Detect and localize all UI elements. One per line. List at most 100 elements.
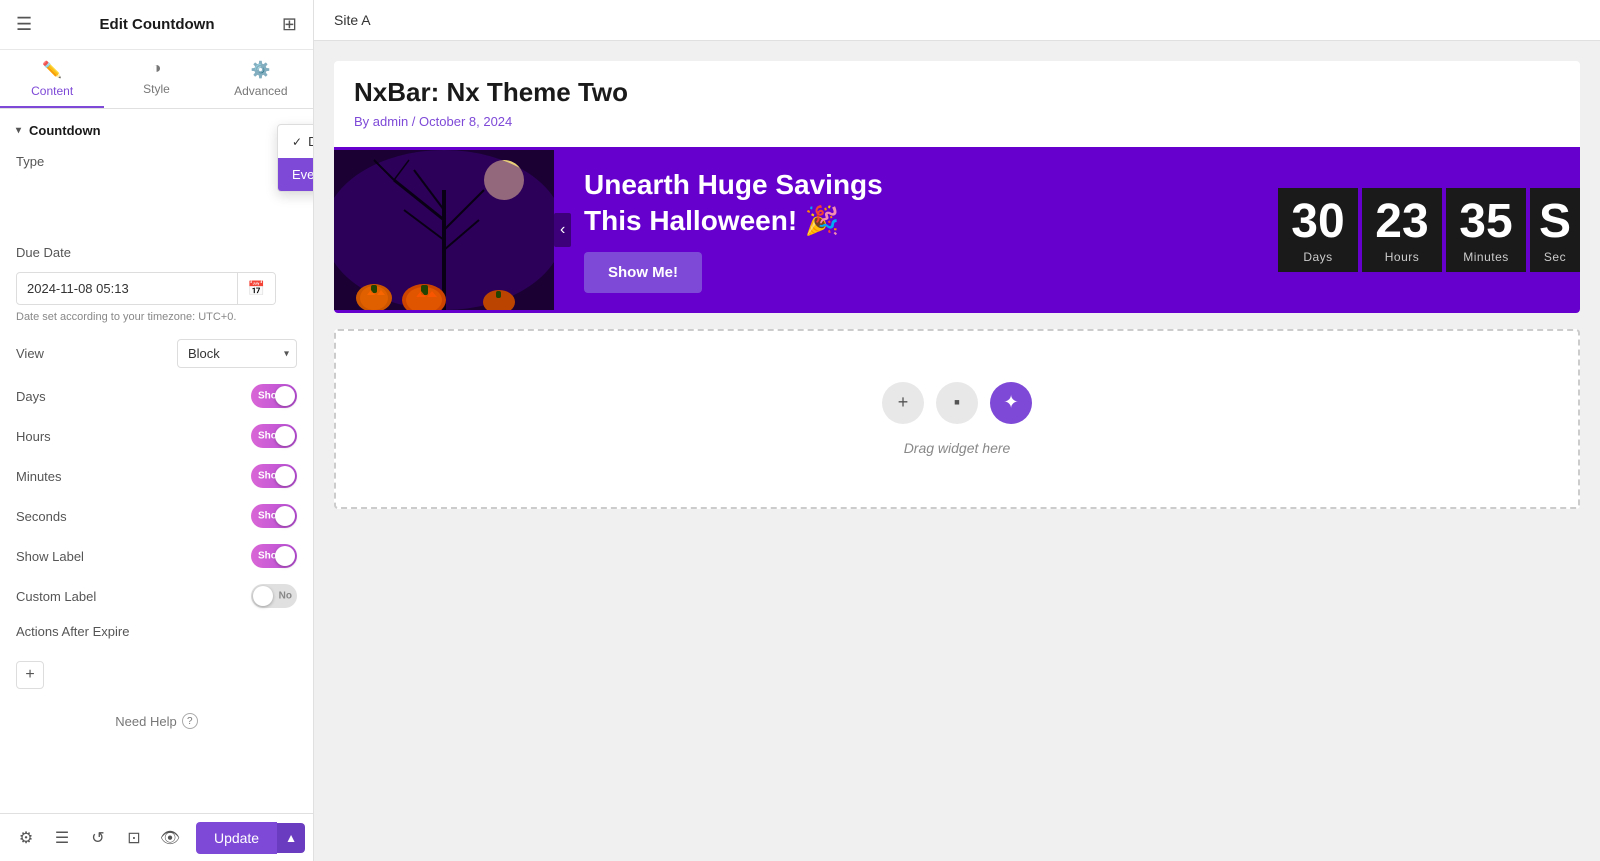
custom-label-toggle-track[interactable]: No — [251, 584, 297, 608]
show-label-row: Show Label Show — [0, 536, 313, 576]
update-arrow-btn[interactable]: ▲ — [277, 823, 305, 853]
banner-heading: Unearth Huge SavingsThis Halloween! 🎉 — [584, 167, 883, 240]
panel-title: Edit Countdown — [100, 16, 215, 33]
countdown-minutes-label: Minutes — [1463, 250, 1509, 264]
collapse-arrow: ▾ — [16, 125, 21, 136]
custom-label-label: Custom Label — [16, 589, 96, 604]
dropdown-item-due-date[interactable]: ✓ Due Date — [278, 125, 313, 158]
custom-label-toggle-knob — [253, 586, 273, 606]
minutes-toggle-knob — [275, 466, 295, 486]
countdown-days-label: Days — [1303, 250, 1332, 264]
advanced-icon: ⚙️ — [251, 60, 271, 80]
seconds-toggle[interactable]: Show — [251, 504, 297, 528]
settings-icon-btn[interactable]: ⚙ — [8, 820, 44, 856]
layers-icon-btn[interactable]: ☰ — [44, 820, 80, 856]
minutes-row: Minutes Show — [0, 456, 313, 496]
view-select-wrapper: Block Inline ▾ — [177, 339, 297, 368]
preview-icon-btn[interactable]: 👁 — [152, 820, 188, 856]
type-row: Type ✓ Due Date Evergreen Timer — [0, 148, 313, 177]
actions-label-row: Actions After Expire — [0, 616, 313, 647]
actions-label: Actions After Expire — [16, 624, 129, 639]
panel-header: ☰ Edit Countdown ⊞ — [0, 0, 313, 50]
magic-widget-btn[interactable]: ✦ — [990, 382, 1032, 424]
bottom-toolbar: ⚙ ☰ ↺ ⊡ 👁 Update ▲ — [0, 813, 313, 861]
view-select[interactable]: Block Inline — [177, 339, 297, 368]
view-row: View Block Inline ▾ — [0, 331, 313, 376]
tab-content[interactable]: ✏️ Content — [0, 50, 104, 108]
style-icon: ◑ — [152, 60, 162, 78]
site-bar: Site A — [314, 0, 1600, 41]
countdown-minutes-number: 35 — [1459, 198, 1512, 246]
right-panel: Site A NxBar: Nx Theme Two By admin / Oc… — [314, 0, 1600, 861]
add-action-btn[interactable]: + — [16, 661, 44, 689]
days-row: Days Show — [0, 376, 313, 416]
panel-tabs: ✏️ Content ◑ Style ⚙️ Advanced — [0, 50, 313, 109]
hamburger-icon[interactable]: ☰ — [16, 14, 32, 35]
add-widget-btn[interactable]: + — [882, 382, 924, 424]
countdown-seconds-label: Sec — [1544, 250, 1566, 264]
days-toggle-knob — [275, 386, 295, 406]
custom-label-toggle-label: No — [279, 591, 292, 602]
countdown-box-hours: 23 Hours — [1362, 188, 1442, 272]
due-date-label: Due Date — [16, 245, 71, 260]
history-icon-btn[interactable]: ↺ — [80, 820, 116, 856]
banner-image — [334, 150, 554, 310]
post-card: NxBar: Nx Theme Two By admin / October 8… — [334, 61, 1580, 313]
tab-style[interactable]: ◑ Style — [104, 50, 208, 108]
actions-row: + — [0, 647, 313, 697]
hours-toggle[interactable]: Show — [251, 424, 297, 448]
show-label-toggle-knob — [275, 546, 295, 566]
days-toggle-track[interactable]: Show — [251, 384, 297, 408]
banner-left-arrow[interactable]: ‹ — [554, 213, 571, 247]
content-icon: ✏️ — [42, 60, 62, 80]
type-label: Type — [16, 154, 44, 169]
seconds-toggle-track[interactable]: Show — [251, 504, 297, 528]
dropdown-item-evergreen[interactable]: Evergreen Timer — [278, 158, 313, 191]
post-title: NxBar: Nx Theme Two — [354, 77, 1560, 108]
hours-toggle-knob — [275, 426, 295, 446]
help-icon[interactable]: ? — [182, 713, 198, 729]
minutes-toggle[interactable]: Show — [251, 464, 297, 488]
drag-text: Drag widget here — [904, 440, 1011, 456]
post-meta: By admin / October 8, 2024 — [354, 114, 1560, 129]
calendar-icon-btn[interactable]: 📅 — [237, 273, 275, 304]
minutes-label: Minutes — [16, 469, 62, 484]
countdown-boxes: 30 Days 23 Hours 35 Minutes S Sec — [1278, 188, 1580, 272]
countdown-hours-label: Hours — [1385, 250, 1420, 264]
left-panel: ☰ Edit Countdown ⊞ ✏️ Content ◑ Style ⚙️… — [0, 0, 314, 861]
days-toggle[interactable]: Show — [251, 384, 297, 408]
minutes-toggle-track[interactable]: Show — [251, 464, 297, 488]
show-me-button[interactable]: Show Me! — [584, 252, 702, 293]
type-dropdown[interactable]: ✓ Due Date Evergreen Timer — [277, 124, 313, 192]
hours-toggle-track[interactable]: Show — [251, 424, 297, 448]
seconds-label: Seconds — [16, 509, 67, 524]
show-label-toggle-track[interactable]: Show — [251, 544, 297, 568]
hours-label: Hours — [16, 429, 51, 444]
widget-icons-row: + ▪ ✦ — [882, 382, 1032, 424]
countdown-days-number: 30 — [1291, 198, 1344, 246]
post-title-bar: NxBar: Nx Theme Two By admin / October 8… — [334, 61, 1580, 147]
seconds-row: Seconds Show — [0, 496, 313, 536]
need-help: Need Help ? — [0, 697, 313, 745]
update-button[interactable]: Update — [196, 822, 277, 854]
tree-svg — [334, 150, 554, 310]
due-date-row: Due Date — [0, 237, 313, 268]
view-label: View — [16, 346, 44, 361]
countdown-box-days: 30 Days — [1278, 188, 1358, 272]
folder-widget-btn[interactable]: ▪ — [936, 382, 978, 424]
responsive-icon-btn[interactable]: ⊡ — [116, 820, 152, 856]
show-label-toggle[interactable]: Show — [251, 544, 297, 568]
countdown-seconds-number: S — [1539, 198, 1571, 246]
section-countdown[interactable]: ▾ Countdown — [0, 109, 313, 148]
custom-label-toggle[interactable]: No — [251, 584, 297, 608]
countdown-hours-number: 23 — [1375, 198, 1428, 246]
tab-advanced[interactable]: ⚙️ Advanced — [209, 50, 313, 108]
panel-body: ▾ Countdown Type ✓ Due Date Evergreen Ti… — [0, 109, 313, 813]
date-input-wrapper: 📅 — [16, 272, 276, 305]
grid-icon[interactable]: ⊞ — [282, 14, 297, 35]
date-input[interactable] — [17, 274, 237, 303]
content-area: NxBar: Nx Theme Two By admin / October 8… — [314, 41, 1600, 861]
countdown-box-seconds: S Sec — [1530, 188, 1580, 272]
timezone-note: Date set according to your timezone: UTC… — [0, 309, 313, 331]
show-label-label: Show Label — [16, 549, 84, 564]
